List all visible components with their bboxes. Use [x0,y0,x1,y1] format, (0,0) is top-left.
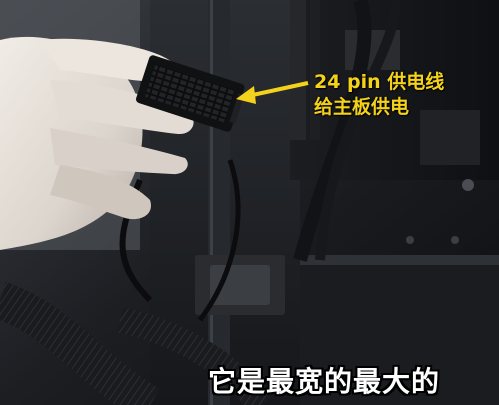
screw-3 [451,236,459,244]
video-frame: 24 pin 供电线 给主板供电 它是最宽的最大的 [0,0,499,405]
annotation-label: 24 pin 供电线 给主板供电 [314,70,444,120]
screw [462,179,474,191]
psu-shroud-top [300,255,499,265]
ram-slot [290,0,306,140]
annotation-line-2: 给主板供电 [314,96,410,118]
annotation-line-1: 24 pin 供电线 [314,71,445,93]
screw-2 [406,236,414,244]
scene-photo [0,0,499,405]
subtitle-caption: 它是最宽的最大的 [208,365,441,398]
